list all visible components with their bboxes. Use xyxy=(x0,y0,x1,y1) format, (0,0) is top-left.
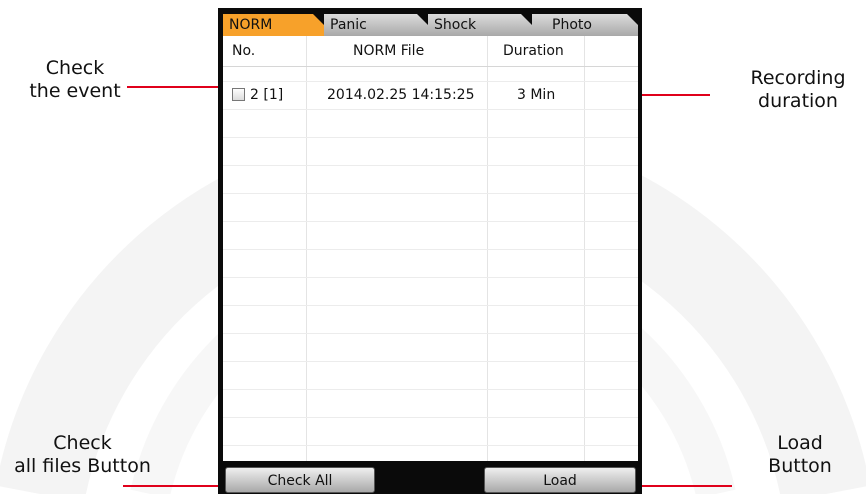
row-line xyxy=(223,109,638,110)
row-duration: 3 Min xyxy=(517,87,556,103)
callout-check-all: Check all files Button xyxy=(14,432,151,477)
callout-load: Load Button xyxy=(768,432,832,477)
table-row[interactable]: 2 [1] 2014.02.25 14:15:25 3 Min xyxy=(223,83,638,107)
row-file: 2014.02.25 14:15:25 xyxy=(327,87,475,103)
row-line xyxy=(223,193,638,194)
load-button[interactable]: Load xyxy=(484,467,636,493)
row-line xyxy=(223,389,638,390)
row-line xyxy=(223,165,638,166)
tab-photo[interactable]: Photo xyxy=(532,14,639,36)
row-line xyxy=(223,221,638,222)
header-file: NORM File xyxy=(353,43,425,59)
file-list-table: No. NORM File Duration 2 [1] 2014.02.25 … xyxy=(223,36,638,461)
event-checkbox[interactable] xyxy=(232,88,245,101)
row-line xyxy=(223,305,638,306)
row-line xyxy=(223,333,638,334)
event-tab-bar: NORM Panic Shock Photo xyxy=(223,14,639,36)
row-line xyxy=(223,417,638,418)
row-line xyxy=(223,277,638,278)
table-header: No. NORM File Duration xyxy=(223,36,638,67)
device-screen: NORM Panic Shock Photo No. NORM File Dur… xyxy=(218,8,642,494)
row-line xyxy=(223,249,638,250)
tab-panic[interactable]: Panic xyxy=(324,14,429,36)
callout-recording-duration: Recording duration xyxy=(750,67,846,112)
row-no: 2 [1] xyxy=(250,87,284,103)
tab-corner-notch xyxy=(627,14,639,26)
check-all-button[interactable]: Check All xyxy=(225,467,375,493)
tab-norm[interactable]: NORM xyxy=(223,14,325,36)
row-line xyxy=(223,137,638,138)
callout-check-event: Check the event xyxy=(29,57,121,102)
row-line xyxy=(223,81,638,82)
row-line xyxy=(223,361,638,362)
header-no: No. xyxy=(232,43,256,59)
header-duration: Duration xyxy=(503,43,564,59)
row-line xyxy=(223,445,638,446)
tab-shock[interactable]: Shock xyxy=(428,14,533,36)
